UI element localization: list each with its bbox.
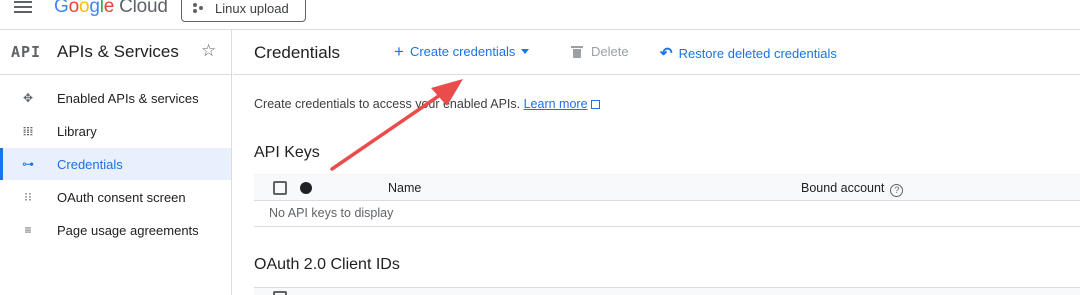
create-credentials-button[interactable]: + Create credentials [394,42,530,61]
sidebar: API APIs & Services ☆ ✥ Enabled APIs & s… [0,30,232,295]
create-credentials-label: Create credentials [409,44,516,59]
sidebar-item-oauth-consent[interactable]: ⁝⁝ OAuth consent screen [0,181,231,213]
help-icon[interactable]: ? [890,184,904,197]
key-icon: ⊶ [22,157,34,171]
column-header-label: Bound account [801,181,885,195]
google-cloud-logo[interactable]: Google Cloud [54,0,168,18]
library-icon: 𝍖 [22,124,34,138]
oauth-client-ids-title: OAuth 2.0 Client IDs [254,256,400,273]
learn-more-link[interactable]: Learn more [524,97,588,111]
oauth-table-header [254,287,1080,295]
sidebar-item-page-usage[interactable]: ≡ Page usage agreements [0,214,231,246]
sidebar-item-label: Credentials [57,156,123,172]
external-link-icon [590,100,600,109]
restore-deleted-credentials-button[interactable]: ↶ Restore deleted credentials [660,44,837,62]
status-dot-icon [300,182,312,194]
sidebar-item-label: Library [57,123,97,139]
sidebar-item-label: Page usage agreements [57,222,199,238]
star-icon[interactable]: ☆ [201,41,216,61]
select-all-checkbox[interactable] [273,181,287,195]
settings-list-icon: ≡ [24,223,32,237]
hamburger-menu-icon[interactable] [12,0,34,16]
sidebar-item-enabled-apis[interactable]: ✥ Enabled APIs & services [0,82,231,114]
api-logo-icon: API [11,43,42,61]
restore-label: Restore deleted credentials [678,45,837,61]
sidebar-item-label: OAuth consent screen [57,189,186,205]
api-keys-table-header: Name Bound account? [254,174,1080,201]
page-title: Credentials [254,43,340,62]
column-header-name[interactable]: Name [388,181,421,195]
plus-icon: + [394,42,404,61]
column-header-bound-account[interactable]: Bound account? [801,181,904,197]
delete-button[interactable]: Delete [571,44,629,59]
empty-state-text: No API keys to display [269,206,394,220]
intro-text: Create credentials to access your enable… [254,97,600,111]
page-header: Credentials + Create credentials Delete … [233,30,1080,75]
delete-label: Delete [591,44,629,59]
oauth-consent-icon: ⁝⁝ [24,190,32,204]
sidebar-item-credentials[interactable]: ⊶ Credentials [0,148,231,180]
intro-sentence: Create credentials to access your enable… [254,97,521,111]
top-bar: Google Cloud Linux upload [0,0,1080,30]
undo-icon: ↶ [660,45,673,62]
chevron-down-icon [521,49,530,54]
api-keys-title: API Keys [254,144,320,161]
trash-icon [571,45,583,58]
api-keys-empty-row: No API keys to display [254,201,1080,227]
project-name: Linux upload [215,0,289,16]
project-icon [193,2,205,14]
sidebar-item-label: Enabled APIs & services [57,90,199,106]
sidebar-item-library[interactable]: 𝍖 Library [0,115,231,147]
project-picker[interactable]: Linux upload [181,0,306,22]
sidebar-header: API APIs & Services ☆ [0,30,231,75]
select-all-checkbox[interactable] [273,291,287,295]
enabled-apis-icon: ✥ [22,91,34,105]
sidebar-title: APIs & Services [57,42,179,61]
